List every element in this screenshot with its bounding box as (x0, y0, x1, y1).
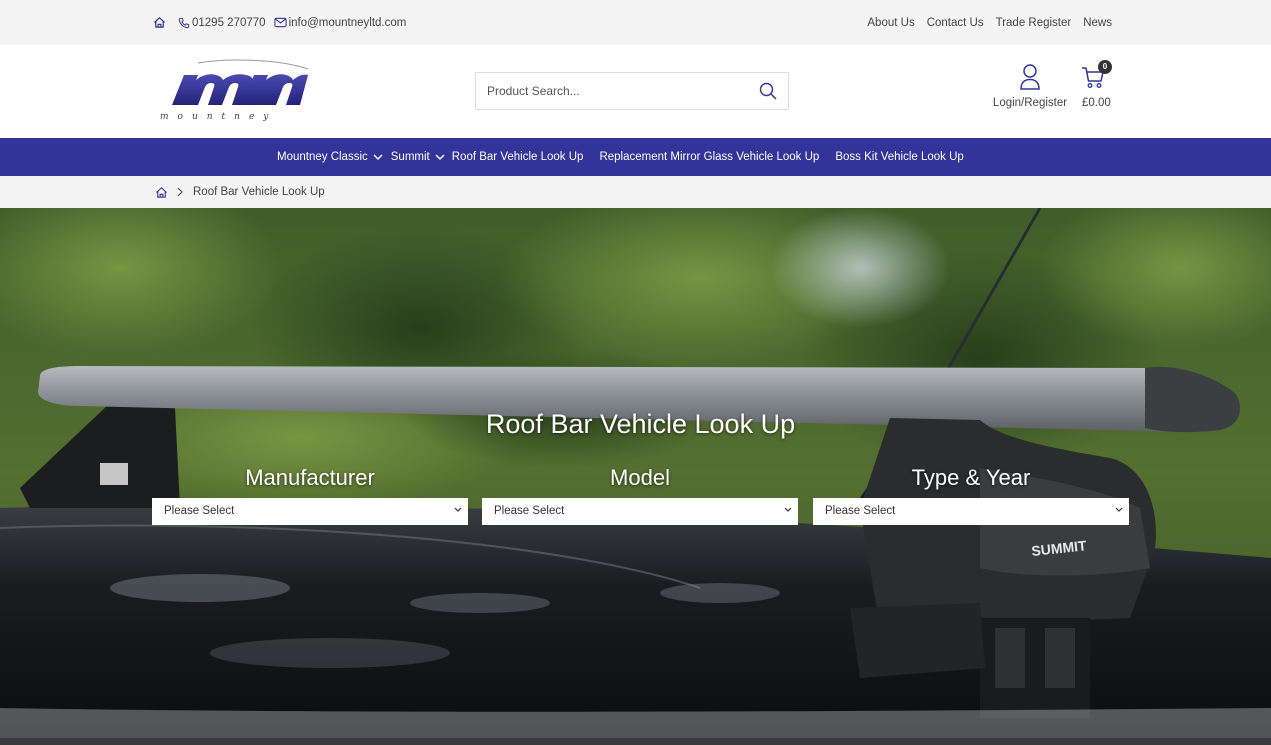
top-bar: 01295 270770 info@mountneyltd.com About … (0, 0, 1271, 45)
breadcrumb: Roof Bar Vehicle Look Up (0, 176, 1271, 208)
login-register[interactable]: Login/Register (990, 63, 1070, 113)
cart-total: £0.00 (1082, 97, 1111, 109)
search-icon[interactable] (758, 81, 778, 106)
email-link[interactable]: info@mountneyltd.com (273, 16, 407, 29)
top-bar-contact: 01295 270770 info@mountneyltd.com (153, 0, 406, 45)
trade-register-link[interactable]: Trade Register (996, 17, 1072, 29)
model-select[interactable]: Please Select (482, 498, 798, 525)
email-address: info@mountneyltd.com (288, 16, 407, 29)
nav-item-label: Summit (390, 151, 430, 163)
manufacturer-label: Manufacturer (245, 465, 375, 490)
nav-item-boss-kit-lookup[interactable]: Boss Kit Vehicle Look Up (835, 151, 964, 163)
search-input[interactable] (485, 83, 749, 99)
type-year-select-value: Please Select (825, 505, 896, 517)
logo-wordmark: mountney (160, 112, 277, 122)
cart-count-badge: 0 (1098, 60, 1112, 74)
model-select-value: Please Select (494, 505, 565, 517)
mountney-logo[interactable]: mountney (158, 57, 313, 127)
site-header: mountney Login/Register 0 £0.00 (0, 45, 1271, 138)
news-link[interactable]: News (1083, 17, 1112, 29)
type-year-label: Type & Year (911, 465, 1031, 490)
about-us-link[interactable]: About Us (867, 17, 914, 29)
model-label: Model (610, 465, 670, 490)
phone-number: 01295 270770 (192, 16, 266, 29)
nav-item-mountney-classic[interactable]: Mountney Classic (277, 151, 383, 163)
breadcrumb-home-icon[interactable] (155, 186, 168, 199)
top-links: About Us Contact Us Trade Register News (855, 0, 1112, 45)
chevron-down-icon (373, 154, 383, 160)
nav-item-mirror-glass-lookup[interactable]: Replacement Mirror Glass Vehicle Look Up (599, 151, 819, 163)
chevron-down-icon (1115, 507, 1123, 512)
chevron-right-icon (177, 187, 184, 197)
nav-item-label: Mountney Classic (277, 151, 368, 163)
manufacturer-select[interactable]: Please Select (152, 498, 468, 525)
email-icon (273, 17, 287, 28)
contact-us-link[interactable]: Contact Us (927, 17, 984, 29)
bottom-strip (0, 738, 1271, 745)
hero-title: Roof Bar Vehicle Look Up (485, 409, 796, 439)
nav-item-label: Replacement Mirror Glass Vehicle Look Up (599, 151, 820, 163)
nav-item-summit[interactable]: Summit (391, 151, 445, 163)
chevron-down-icon (784, 507, 792, 512)
product-search-box (475, 72, 789, 110)
hero-banner: SUMMIT Roof Bar Vehicle Look Up Manufact… (0, 208, 1271, 738)
nav-item-label: Roof Bar Vehicle Look Up (451, 151, 584, 163)
main-nav: Mountney Classic Summit Roof Bar Vehicle… (0, 138, 1271, 176)
nav-item-roof-bar-lookup[interactable]: Roof Bar Vehicle Look Up (452, 151, 584, 163)
chevron-down-icon (435, 154, 445, 160)
phone-icon (178, 17, 190, 28)
home-icon[interactable] (153, 16, 166, 29)
nav-item-label: Boss Kit Vehicle Look Up (835, 151, 964, 163)
breadcrumb-current: Roof Bar Vehicle Look Up (193, 186, 325, 198)
chevron-down-icon (454, 507, 462, 512)
phone-link[interactable]: 01295 270770 (178, 17, 266, 29)
type-year-select[interactable]: Please Select (813, 498, 1129, 525)
user-icon (1020, 64, 1040, 90)
login-register-label: Login/Register (992, 97, 1068, 109)
cart-button[interactable]: 0 £0.00 (1080, 60, 1114, 113)
manufacturer-select-value: Please Select (164, 505, 235, 517)
